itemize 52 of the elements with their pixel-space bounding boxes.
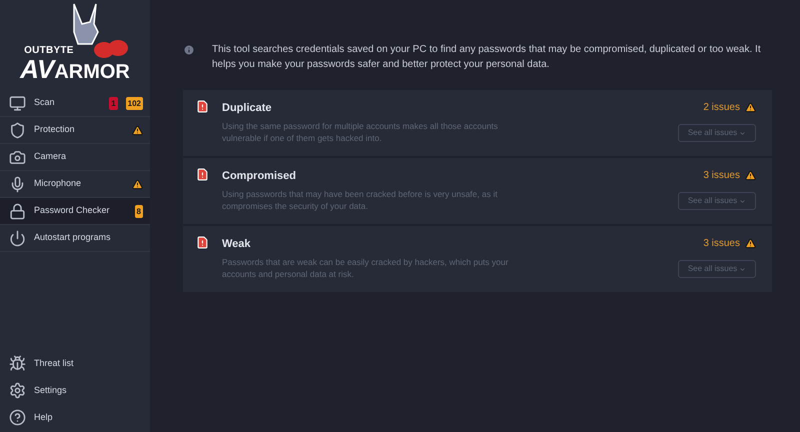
- sidebar-label: Camera: [34, 150, 68, 164]
- sidebar-label: Password Checker: [34, 204, 111, 218]
- sidebar-label: Microphone: [34, 177, 82, 190]
- caret-icon: [739, 198, 746, 204]
- alert-file-icon: [196, 168, 209, 181]
- sidebar-item[interactable]: Password Checker 8: [0, 198, 150, 225]
- check-description: Passwords that are weak can be easily cracked by hackers, which puts your accounts and personal data at risk.: [222, 256, 510, 280]
- alert-file-icon: [196, 236, 209, 249]
- help-icon: [9, 409, 26, 426]
- issues-count: 3 issues: [703, 169, 740, 183]
- warning-icon: [745, 102, 756, 113]
- check-title: Weak: [222, 237, 252, 252]
- sidebar-item[interactable]: Camera: [0, 144, 150, 171]
- caret-icon: [739, 130, 746, 136]
- alert-file-icon: [196, 100, 209, 113]
- count-badge: 1: [109, 96, 118, 110]
- sidebar-label: Protection: [34, 123, 76, 136]
- check-title: Duplicate: [222, 101, 273, 116]
- bug-icon: [9, 355, 26, 372]
- microphone-icon: [9, 176, 26, 192]
- logo-wordmark-suffix: ARMOR: [54, 62, 130, 82]
- logo-wordmark: AV: [20, 56, 54, 82]
- lock-icon: [9, 202, 26, 220]
- sidebar-item[interactable]: Settings: [0, 377, 150, 404]
- sidebar-label: Help: [34, 410, 53, 424]
- sidebar-label: Scan: [34, 96, 56, 110]
- shield-icon: [9, 122, 26, 138]
- warning-icon: [745, 238, 756, 249]
- issues-count: 3 issues: [703, 237, 740, 251]
- settings-icon: [9, 382, 26, 399]
- info-text: This tool searches credentials saved on your PC to find any passwords that may be compromised, duplicated or too weak. It helps you make your passwords safer and better protect your personal data.: [212, 43, 762, 72]
- info-icon: [183, 44, 195, 56]
- sidebar-label: Settings: [34, 384, 67, 397]
- camera-icon: [9, 148, 26, 166]
- sidebar-label: Autostart programs: [34, 231, 112, 244]
- sidebar-item[interactable]: Help: [0, 404, 150, 431]
- logo-tagline: OUTBYTE: [24, 46, 74, 56]
- power-icon: [9, 230, 26, 246]
- warning-icon: [745, 170, 756, 181]
- check-description: Using passwords that may have been cracked before is very unsafe, as it compromises the security of your data.: [222, 188, 498, 212]
- check-title: Compromised: [222, 169, 297, 184]
- monitor-icon: [9, 94, 26, 112]
- sidebar-item[interactable]: Protection: [0, 117, 150, 144]
- count-badge: 102: [126, 96, 143, 110]
- check-description: Using the same password for multiple accounts makes all those accounts vulnerable if one of them gets hacked into.: [222, 120, 499, 144]
- sidebar-item[interactable]: Scan 1 102: [0, 90, 150, 117]
- caret-icon: [739, 266, 746, 272]
- sidebar-item[interactable]: Autostart programs: [0, 225, 150, 252]
- issues-count: 2 issues: [703, 101, 740, 115]
- sidebar-item[interactable]: Threat list: [0, 350, 150, 377]
- count-badge: 8: [134, 204, 143, 218]
- sidebar-label: Threat list: [34, 356, 74, 370]
